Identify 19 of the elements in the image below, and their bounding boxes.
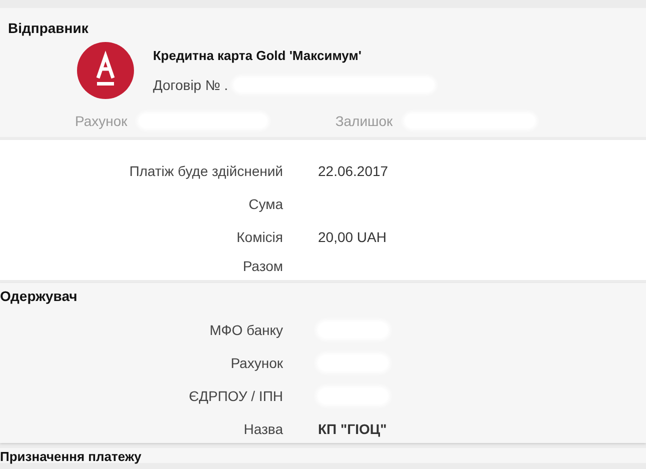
field-label: Назва xyxy=(242,420,283,436)
field-label: Платіж буде здійснений xyxy=(128,162,283,178)
contract-label: Договір № . xyxy=(153,77,228,93)
balance-label: Залишок xyxy=(335,113,393,129)
field-label: ЄДРПОУ / ІПН xyxy=(188,388,283,404)
field-label: Рахунок xyxy=(230,354,283,370)
field-label: МФО банку xyxy=(208,322,283,338)
bank-logo-icon xyxy=(77,42,134,99)
section-heading: Відправник xyxy=(8,20,88,36)
field-value: 22.06.2017 xyxy=(318,162,388,178)
field-value: КП "ГІОЦ" xyxy=(318,420,387,436)
section-heading: Призначення платежу xyxy=(0,449,142,464)
account-label: Рахунок xyxy=(75,113,128,129)
field-label: Комісія xyxy=(236,228,283,244)
field-value: 20,00 UAH xyxy=(318,228,386,244)
field-label: Сума xyxy=(248,196,283,212)
section-heading: Одержувач xyxy=(0,288,78,304)
field-label: Разом xyxy=(242,258,283,274)
card-title: Кредитна карта Gold 'Максимум' xyxy=(153,48,362,63)
